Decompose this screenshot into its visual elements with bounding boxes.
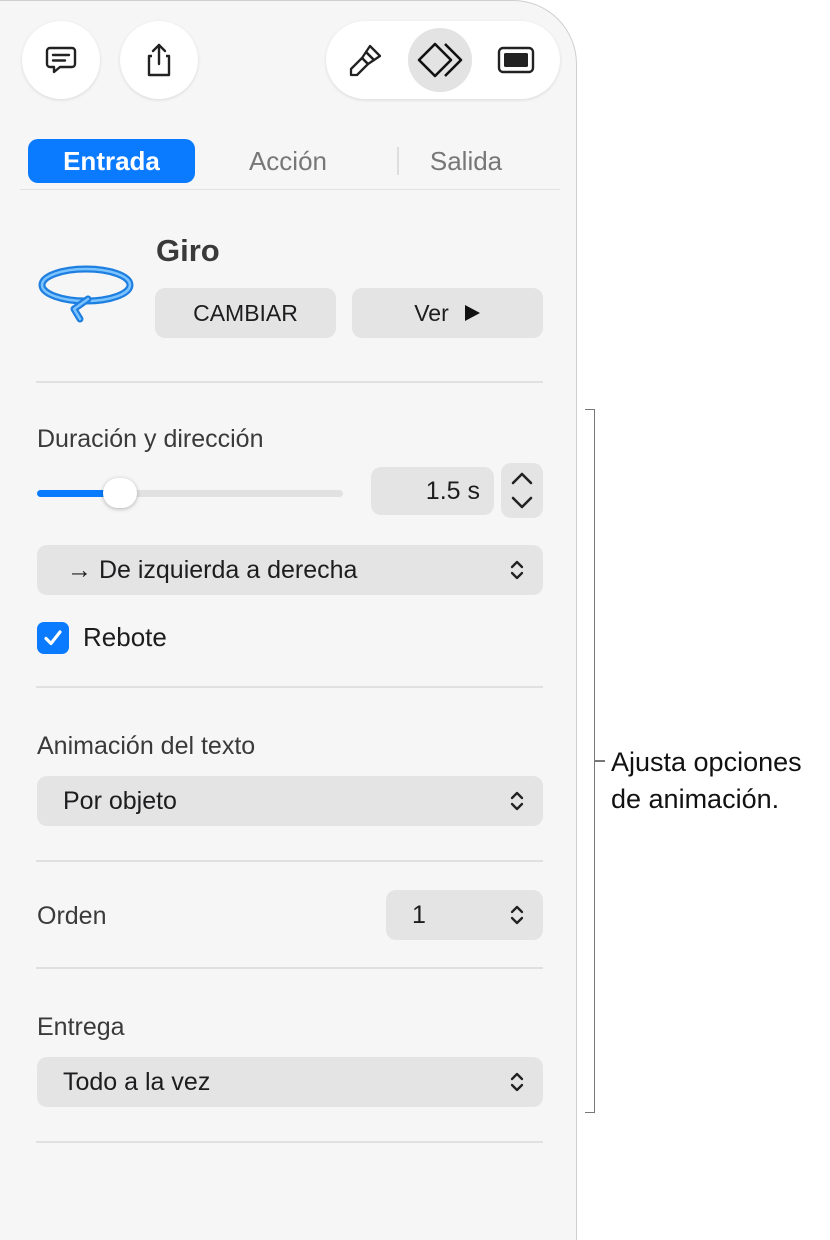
popup-chevrons-icon (510, 560, 524, 580)
popup-chevrons-icon (510, 905, 524, 925)
spin-arrow-icon (38, 265, 134, 323)
duration-slider[interactable] (37, 490, 343, 497)
divider (36, 381, 543, 383)
animate-diamond-icon (417, 42, 463, 78)
preview-label: Ver (414, 299, 449, 326)
animate-button[interactable] (408, 28, 472, 92)
share-button[interactable] (120, 21, 198, 99)
divider (36, 967, 543, 969)
chevron-up-icon[interactable] (510, 469, 534, 487)
delivery-label: Entrega (37, 1013, 125, 1041)
format-button[interactable] (334, 28, 398, 92)
animation-tabs: Entrada Acción Salida (20, 137, 560, 190)
order-value: 1 (412, 900, 426, 929)
direction-select[interactable]: → De izquierda a derecha (37, 545, 543, 595)
preview-button[interactable]: Ver (352, 288, 543, 338)
paintbrush-icon (349, 44, 382, 77)
callout-bracket (585, 409, 595, 1113)
text-animation-label: Animación del texto (37, 732, 256, 760)
bounce-checkbox[interactable] (37, 622, 69, 654)
document-icon (497, 46, 535, 74)
order-label: Orden (37, 902, 107, 930)
comment-button[interactable] (22, 21, 100, 99)
callout-leader (595, 760, 605, 762)
divider (36, 860, 543, 862)
tab-salida[interactable]: Salida (412, 139, 520, 183)
duration-slider-knob[interactable] (102, 478, 137, 508)
callout-line-2: de animación. (611, 784, 780, 814)
duration-direction-label: Duración y dirección (37, 425, 264, 453)
duration-field[interactable]: 1.5 s (371, 467, 494, 515)
delivery-select[interactable]: Todo a la vez (37, 1057, 543, 1107)
effect-name: Giro (156, 233, 220, 268)
text-animation-select[interactable]: Por objeto (37, 776, 543, 826)
chevron-down-icon[interactable] (510, 494, 534, 512)
callout-text: Ajusta opciones de animación. (611, 744, 802, 818)
order-select[interactable]: 1 (386, 890, 543, 940)
change-effect-button[interactable]: CAMBIAR (155, 288, 336, 338)
document-button[interactable] (484, 28, 548, 92)
tab-accion[interactable]: Acción (220, 139, 356, 183)
comment-bubble-icon (45, 46, 77, 74)
callout-line-1: Ajusta opciones (611, 747, 802, 777)
inspector-mode-switcher (326, 21, 560, 99)
tab-entrada[interactable]: Entrada (28, 139, 195, 183)
popup-chevrons-icon (510, 791, 524, 811)
duration-stepper[interactable] (501, 463, 543, 518)
delivery-value: Todo a la vez (63, 1067, 211, 1096)
direction-value: → De izquierda a derecha (67, 555, 358, 584)
share-icon (147, 43, 171, 77)
divider (36, 686, 543, 688)
animate-inspector-panel: Entrada Acción Salida Giro CAMBIAR Ver D… (0, 0, 577, 1240)
checkmark-icon (44, 630, 62, 646)
play-triangle-icon (464, 305, 480, 321)
text-animation-value: Por objeto (63, 786, 177, 815)
tab-divider (397, 147, 399, 175)
divider (36, 1141, 543, 1143)
change-effect-label: CAMBIAR (193, 299, 298, 326)
bounce-label: Rebote (83, 622, 167, 652)
popup-chevrons-icon (510, 1072, 524, 1092)
